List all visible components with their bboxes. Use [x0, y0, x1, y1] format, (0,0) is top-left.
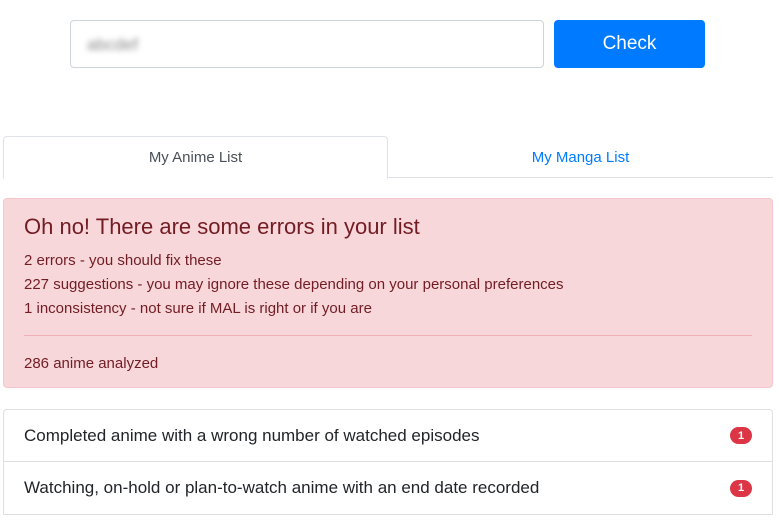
tab-my-anime-list[interactable]: My Anime List — [3, 136, 388, 179]
issue-count-badge: 1 — [730, 479, 752, 497]
search-row: abcdef Check — [70, 20, 705, 68]
errors-alert: Oh no! There are some errors in your lis… — [3, 198, 773, 388]
check-button[interactable]: Check — [554, 20, 705, 68]
analyzed-count: 286 anime analyzed — [24, 355, 159, 372]
suggestions-summary: 227 suggestions - you may ignore these d… — [24, 276, 564, 293]
list-tabs: My Anime List My Manga List — [3, 136, 773, 179]
issues-list: Completed anime with a wrong number of w… — [3, 409, 773, 515]
username-input[interactable]: abcdef — [70, 20, 544, 68]
inconsistency-summary: 1 inconsistency - not sure if MAL is rig… — [24, 300, 372, 317]
issue-count-badge: 1 — [730, 427, 752, 444]
tab-my-manga-list[interactable]: My Manga List — [388, 136, 773, 178]
issue-label: Watching, on-hold or plan-to-watch anime… — [24, 478, 540, 497]
alert-divider — [24, 335, 752, 336]
username-value: abcdef — [87, 35, 139, 54]
errors-summary: 2 errors - you should fix these — [24, 252, 222, 269]
issue-item-end-date[interactable]: Watching, on-hold or plan-to-watch anime… — [3, 462, 773, 515]
issue-item-wrong-episodes[interactable]: Completed anime with a wrong number of w… — [3, 409, 773, 462]
issue-label: Completed anime with a wrong number of w… — [24, 425, 480, 445]
alert-heading: Oh no! There are some errors in your lis… — [24, 214, 420, 239]
